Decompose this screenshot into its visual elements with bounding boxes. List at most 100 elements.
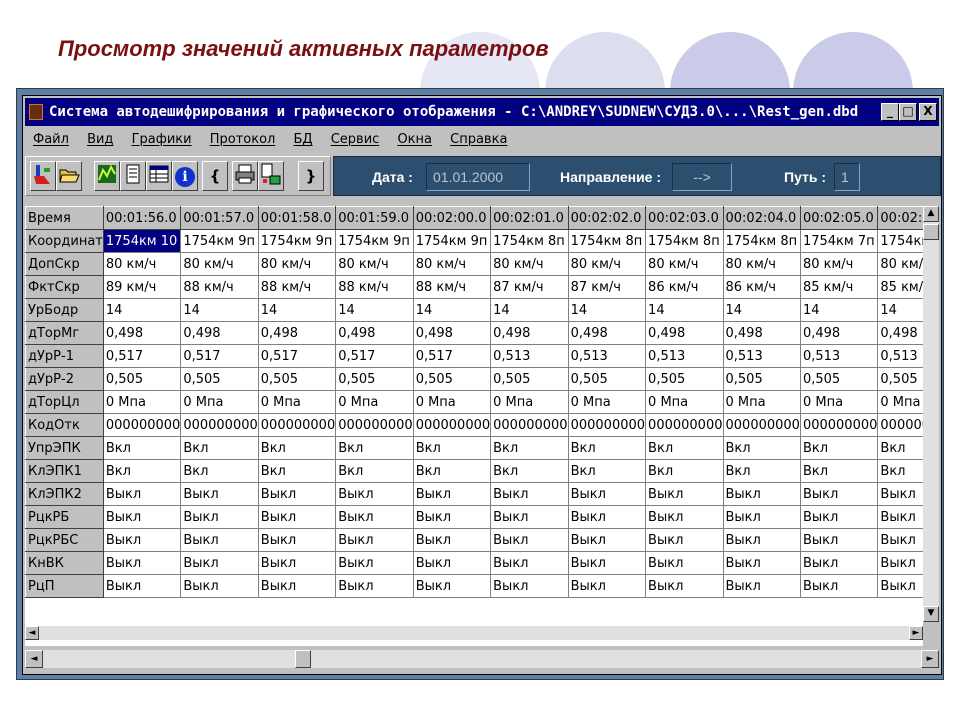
table-cell[interactable]: Вкл <box>645 436 724 460</box>
table-cell[interactable]: 000000000 <box>799 413 879 437</box>
row-header[interactable]: РцкРБС <box>25 528 104 552</box>
table-cell[interactable]: 0,498 <box>257 321 337 345</box>
table-cell[interactable]: 14 <box>257 298 337 322</box>
table-row[interactable]: дУрР-2 0,505 0,505 0,505 0,505 0,505 0,505 0,50… <box>25 367 923 391</box>
direction-field[interactable]: --> <box>672 163 732 191</box>
table-cell[interactable]: Выкл <box>567 528 647 552</box>
table-cell[interactable]: 85 км/ч <box>877 275 923 299</box>
table-cell[interactable]: 0,505 <box>490 367 569 391</box>
table-cell[interactable]: Вкл <box>412 459 492 483</box>
row-header[interactable]: КодОтк <box>25 413 104 437</box>
table-cell[interactable]: Выкл <box>257 482 337 506</box>
table-cell[interactable]: Вкл <box>102 436 182 460</box>
table-cell[interactable]: Вкл <box>490 459 569 483</box>
table-cell[interactable]: 000000000 <box>567 413 647 437</box>
table-cell[interactable]: 80 км/ч <box>490 252 569 276</box>
table-cell[interactable]: Вкл <box>180 436 259 460</box>
scroll-right-button[interactable]: ► <box>921 650 939 668</box>
row-header[interactable]: УрБодр <box>25 298 104 322</box>
table-cell[interactable]: 00:02:04.0 <box>722 206 801 230</box>
table-cell[interactable]: 0,498 <box>335 321 414 345</box>
table-cell[interactable]: Выкл <box>257 528 337 552</box>
table-cell[interactable]: 0 Мпа <box>799 390 879 414</box>
table-cell[interactable]: Выкл <box>335 574 414 598</box>
table-cell[interactable]: 0,498 <box>102 321 182 345</box>
table-cell[interactable]: Выкл <box>257 505 337 529</box>
scroll-down-button[interactable]: ▼ <box>923 606 939 622</box>
table-row[interactable]: дТорМг 0,498 0,498 0,498 0,498 0,498 0,498 0,49… <box>25 321 923 345</box>
table-cell[interactable]: 14 <box>180 298 259 322</box>
table-cell[interactable]: 0,505 <box>799 367 879 391</box>
table-cell[interactable]: 0,517 <box>412 344 492 368</box>
table-cell[interactable]: 0,513 <box>799 344 879 368</box>
table-cell[interactable]: 0,513 <box>645 344 724 368</box>
table-cell[interactable]: 87 км/ч <box>567 275 647 299</box>
table-cell[interactable]: 1754км 8п <box>645 229 724 253</box>
table-cell[interactable]: Выкл <box>722 551 801 575</box>
table-cell[interactable]: 0 Мпа <box>645 390 724 414</box>
table-cell[interactable]: 80 км/ч <box>799 252 879 276</box>
table-cell[interactable]: Выкл <box>412 505 492 529</box>
table-cell[interactable]: 14 <box>335 298 414 322</box>
table-cell[interactable]: 14 <box>412 298 492 322</box>
menu-database[interactable]: БД <box>293 132 312 147</box>
table-cell[interactable]: Выкл <box>567 482 647 506</box>
table-cell[interactable]: 80 км/ч <box>877 252 923 276</box>
table-cell[interactable]: 00:02:05.0 <box>799 206 879 230</box>
table-cell[interactable]: Выкл <box>567 574 647 598</box>
table-cell[interactable]: Выкл <box>645 505 724 529</box>
table-cell[interactable]: Выкл <box>645 528 724 552</box>
table-cell[interactable]: Выкл <box>877 482 923 506</box>
table-cell[interactable]: Выкл <box>335 482 414 506</box>
row-header[interactable]: КнВК <box>25 551 104 575</box>
table-cell[interactable]: Выкл <box>412 482 492 506</box>
table-row[interactable]: УпрЭПКВклВклВклВклВклВклВклВклВклВклВклВ… <box>25 436 923 460</box>
close-button[interactable]: X <box>919 103 937 121</box>
table-cell[interactable]: 0,498 <box>567 321 647 345</box>
table-row[interactable]: КодОтк 000000000 000000000 000000000 0000000… <box>25 413 923 437</box>
table-cell[interactable]: 000000000 <box>490 413 569 437</box>
table-cell[interactable]: Выкл <box>490 505 569 529</box>
table-cell[interactable]: Выкл <box>799 482 879 506</box>
table-cell[interactable]: 0 Мпа <box>180 390 259 414</box>
table-cell[interactable]: 00:01:59.0 <box>335 206 414 230</box>
row-header[interactable]: УпрЭПК <box>25 436 104 460</box>
table-row[interactable]: УрБодр141414141414141414141414 <box>25 298 923 322</box>
table-cell[interactable]: 0 Мпа <box>490 390 569 414</box>
table-cell[interactable]: Выкл <box>490 574 569 598</box>
table-cell[interactable]: Выкл <box>877 574 923 598</box>
table-cell[interactable]: 00:01:56.0 <box>102 206 182 230</box>
table-cell[interactable]: 0,513 <box>722 344 801 368</box>
table-cell[interactable]: 0,505 <box>722 367 801 391</box>
table-cell[interactable]: 80 км/ч <box>567 252 647 276</box>
table-cell[interactable]: 0,517 <box>180 344 259 368</box>
table-cell[interactable]: 85 км/ч <box>799 275 879 299</box>
table-cell[interactable]: 88 км/ч <box>335 275 414 299</box>
table-cell[interactable]: 0,498 <box>180 321 259 345</box>
table-cell[interactable]: Выкл <box>490 551 569 575</box>
table-cell[interactable]: 0,498 <box>722 321 801 345</box>
table-cell[interactable]: Вкл <box>335 459 414 483</box>
table-cell[interactable]: 0,505 <box>257 367 337 391</box>
table-cell[interactable]: 00:02:02.0 <box>567 206 647 230</box>
table-cell[interactable]: 000000000 <box>722 413 801 437</box>
vertical-scrollbar[interactable]: ▲ ▼ <box>923 206 939 622</box>
table-cell[interactable]: Выкл <box>102 574 182 598</box>
table-cell[interactable]: 1754км 7п <box>877 229 923 253</box>
app-icon[interactable] <box>29 104 43 120</box>
table-cell[interactable]: 0 Мпа <box>412 390 492 414</box>
open-button[interactable] <box>56 161 82 191</box>
table-cell[interactable]: Выкл <box>180 528 259 552</box>
table-cell[interactable]: 80 км/ч <box>645 252 724 276</box>
table-cell[interactable]: 14 <box>567 298 647 322</box>
table-cell[interactable]: 88 км/ч <box>180 275 259 299</box>
table-cell[interactable]: Вкл <box>412 436 492 460</box>
table-cell[interactable]: 0 Мпа <box>335 390 414 414</box>
table-cell[interactable]: 0 Мпа <box>257 390 337 414</box>
table-row[interactable]: ФктСкр 89 км/ч 88 км/ч 88 км/ч 88 км/ч 88 км/… <box>25 275 923 299</box>
table-cell[interactable]: 0 Мпа <box>722 390 801 414</box>
window-title-bar[interactable]: Система автодешифрирования и графическог… <box>25 98 939 126</box>
table-cell[interactable]: Выкл <box>877 505 923 529</box>
table-cell[interactable]: 0,517 <box>102 344 182 368</box>
table-cell[interactable]: 80 км/ч <box>180 252 259 276</box>
